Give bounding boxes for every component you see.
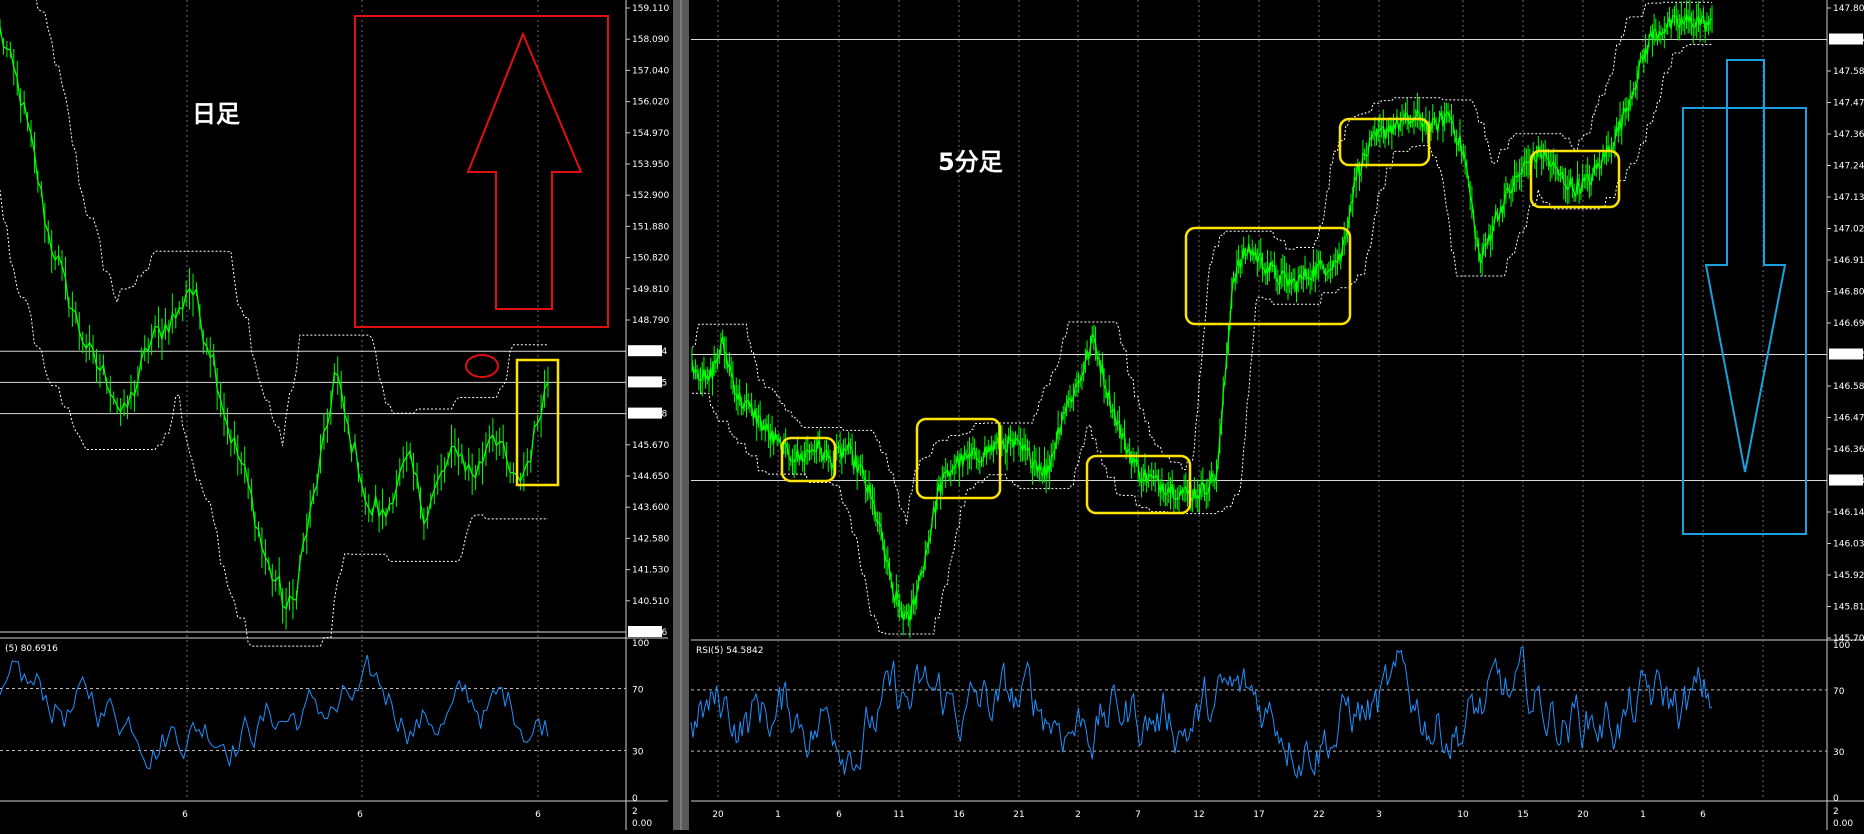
price-tick-label: 146.655	[630, 378, 667, 388]
sub-tick-label: 2	[632, 807, 638, 817]
price-tick-label: 147.470	[1833, 99, 1864, 109]
x-axis-label: 11	[893, 810, 904, 820]
x-axis-label: 1	[775, 810, 781, 820]
price-tick-label: 147.135	[1833, 193, 1864, 203]
price-tick-label: 157.040	[632, 66, 669, 76]
rsi-tick-label: 100	[632, 639, 649, 649]
price-tick-label: 146.140	[1833, 508, 1864, 518]
price-tick-label: 148.790	[632, 316, 669, 326]
chart-annotation: 5分足	[938, 148, 1003, 176]
chart-window: 159.110 158.090 157.040 156.020 154.970 153.9…	[0, 0, 1864, 830]
rsi-tick-label: 0	[1833, 794, 1839, 804]
x-axis-label: 6	[182, 810, 188, 820]
price-tick-label: 141.530	[632, 566, 669, 576]
price-tick-label: 146.655	[1831, 351, 1864, 361]
price-tick-label: 149.810	[632, 285, 669, 295]
chart-canvas: 159.110 158.090 157.040 156.020 154.970 153.9…	[0, 0, 1864, 830]
price-tick-label: 146.915	[1833, 256, 1864, 266]
rsi-tick-label: 100	[1833, 641, 1850, 651]
price-tick-label: 152.900	[632, 191, 669, 201]
x-axis-label: 20	[712, 810, 724, 820]
price-tick-label: 156.020	[632, 98, 669, 108]
x-axis-label: 6	[357, 810, 363, 820]
x-axis-label: 6	[535, 810, 541, 820]
price-tick-label: 145.670	[632, 441, 669, 451]
x-axis-label: 16	[953, 810, 965, 820]
x-axis-label: 2	[1075, 810, 1081, 820]
x-axis-label: 17	[1253, 810, 1264, 820]
rsi-tick-label: 30	[1833, 748, 1845, 758]
sub-tick-label: 2	[1833, 807, 1839, 817]
price-tick-label: 153.950	[632, 160, 669, 170]
price-tick-label: 146.248	[630, 410, 667, 420]
price-tick-label: 147.704	[1831, 36, 1864, 46]
price-tick-label: 139.606	[630, 628, 667, 638]
price-tick-label: 146.030	[1833, 540, 1864, 550]
price-tick-label: 146.580	[1833, 382, 1864, 392]
sub-tick-label: 0.00	[632, 819, 652, 829]
x-axis-label: 1	[1640, 810, 1646, 820]
background	[0, 0, 1864, 830]
price-tick-label: 143.600	[632, 503, 669, 513]
chart-annotation: 日足	[192, 100, 240, 128]
price-tick-label: 140.510	[632, 597, 669, 607]
price-tick-label: 147.245	[1833, 162, 1864, 172]
x-axis-label: 6	[836, 810, 842, 820]
price-tick-label: 154.970	[632, 129, 669, 139]
price-tick-label: 147.360	[1833, 130, 1864, 140]
price-tick-label: 142.580	[632, 534, 669, 544]
price-tick-label: 147.580	[1833, 67, 1864, 77]
price-tick-label: 146.360	[1833, 445, 1864, 455]
price-tick-label: 150.820	[632, 254, 669, 264]
price-tick-label: 145.810	[1833, 603, 1864, 613]
price-tick-label: 146.470	[1833, 414, 1864, 424]
price-tick-label: 147.704	[630, 347, 667, 357]
price-tick-label: 144.650	[632, 472, 669, 482]
price-tick-label: 145.920	[1833, 571, 1864, 581]
price-tick-label: 146.248	[1831, 477, 1864, 487]
x-axis-label: 12	[1193, 810, 1204, 820]
x-axis-label: 22	[1313, 810, 1324, 820]
price-tick-label: 147.800	[1833, 4, 1864, 14]
x-axis-label: 20	[1577, 810, 1589, 820]
rsi-indicator-label: (5) 80.6916	[5, 644, 58, 654]
x-axis-label: 7	[1135, 810, 1141, 820]
sub-tick-label: 0.00	[1833, 819, 1853, 829]
price-tick-label: 146.690	[1833, 319, 1864, 329]
rsi-indicator-label: RSI(5) 54.5842	[696, 646, 763, 656]
x-axis-label: 15	[1517, 810, 1528, 820]
x-axis-label: 3	[1376, 810, 1382, 820]
price-tick-label: 146.805	[1833, 288, 1864, 298]
rsi-tick-label: 30	[632, 748, 644, 758]
rsi-tick-label: 70	[1833, 687, 1845, 697]
price-tick-label: 159.110	[632, 4, 669, 14]
rsi-tick-label: 0	[632, 794, 638, 804]
price-tick-label: 147.025	[1833, 225, 1864, 235]
x-axis-label: 6	[1700, 810, 1706, 820]
price-tick-label: 158.090	[632, 35, 669, 45]
price-tick-label: 151.880	[632, 222, 669, 232]
rsi-tick-label: 70	[632, 686, 644, 696]
x-axis-label: 10	[1457, 810, 1469, 820]
x-axis-label: 21	[1013, 810, 1024, 820]
